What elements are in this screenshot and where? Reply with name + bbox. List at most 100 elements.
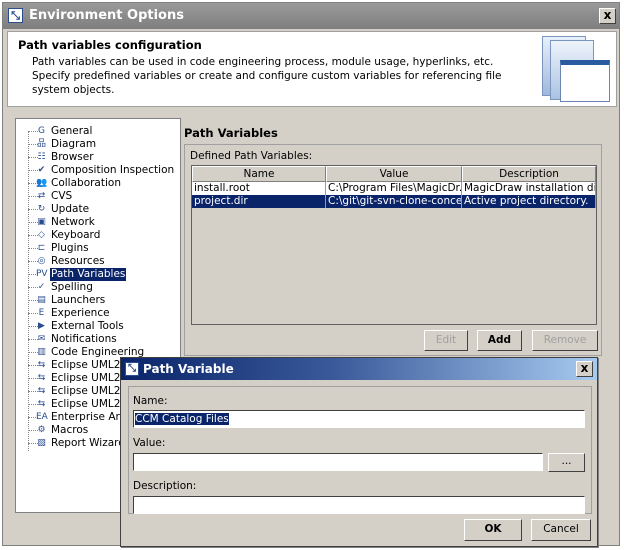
tree-item-label: Report Wizard	[51, 437, 125, 449]
defined-variables-label: Defined Path Variables:	[190, 150, 313, 162]
window-title: Environment Options	[29, 8, 184, 23]
tree-item-label: Collaboration	[51, 177, 121, 189]
column-header-name[interactable]: Name	[192, 166, 326, 182]
panel-title: Path Variables	[184, 126, 278, 140]
header-panel: Path variables configuration Path variab…	[7, 31, 617, 107]
path-variables-table[interactable]: Name Value Description install.root C:\P…	[191, 165, 597, 325]
cell-value: C:\git\git-svn-clone-conce...	[328, 195, 462, 208]
tree-item[interactable]: ▶ External Tools	[16, 320, 180, 333]
tree-item-label: General	[51, 125, 93, 137]
tree-item-icon: ↻	[37, 204, 46, 214]
cell-value: C:\Program Files\MagicDr...	[328, 182, 462, 195]
value-label: Value:	[133, 437, 166, 449]
app-icon: ⤡	[8, 8, 23, 23]
tree-item-icon: EA	[36, 412, 48, 422]
tree-item[interactable]: G General	[16, 125, 180, 138]
tree-item-label: Notifications	[51, 333, 117, 345]
tree-item-icon: ⚙	[37, 425, 46, 435]
tree-item[interactable]: ↻ Update	[16, 203, 180, 216]
dialog-close-button[interactable]: x	[576, 361, 593, 377]
cell-description: MagicDraw installation dir...	[464, 182, 596, 195]
remove-button[interactable]: Remove	[532, 330, 598, 351]
tree-item-icon: G	[38, 126, 45, 136]
tree-item-icon: PV	[36, 269, 48, 279]
tree-item-icon: ▧	[37, 438, 46, 448]
tree-item[interactable]: ✔ Composition Inspection	[16, 164, 180, 177]
dialog-fields-panel	[128, 386, 592, 514]
tree-item-icon: ⇆	[37, 360, 46, 370]
tree-item-icon: ◇	[38, 230, 45, 240]
tree-item[interactable]: ✓ Spelling	[16, 281, 180, 294]
tree-item[interactable]: ◇ Keyboard	[16, 229, 180, 242]
window-close-button[interactable]: x	[599, 8, 616, 24]
tree-item-icon: ⇄	[37, 191, 46, 201]
tree-item-label: Browser	[51, 151, 94, 163]
tree-item-icon: ✉	[37, 334, 46, 344]
tree-item-icon: 👥	[36, 178, 48, 188]
description-input[interactable]	[133, 496, 585, 514]
tree-item-label: CVS	[51, 190, 73, 202]
tree-item-icon: 品	[36, 139, 46, 149]
dialog-title: Path Variable	[143, 362, 234, 376]
tree-item[interactable]: ◎ Resources	[16, 255, 180, 268]
cell-description: Active project directory.	[462, 195, 596, 208]
header-description: Path variables can be used in code engin…	[32, 56, 502, 96]
tree-item-label: Resources	[51, 255, 105, 267]
browse-button[interactable]: ...	[548, 453, 585, 472]
name-label: Name:	[133, 395, 168, 407]
tree-item-label: Experience	[51, 307, 110, 319]
tree-item[interactable]: 👥 Collaboration	[16, 177, 180, 190]
tree-item-icon: ▤	[37, 295, 46, 305]
table-row[interactable]: install.root C:\Program Files\MagicDr...…	[192, 182, 596, 195]
tree-item[interactable]: ✉ Notifications	[16, 333, 180, 346]
tree-item[interactable]: 品 Diagram	[16, 138, 180, 151]
tree-item-icon: ✓	[37, 282, 46, 292]
tree-item[interactable]: ⇄ CVS	[16, 190, 180, 203]
tree-item-icon: ◎	[37, 256, 46, 266]
tree-item-label: Macros	[51, 424, 89, 436]
tree-item[interactable]: PV Path Variables	[16, 268, 180, 281]
window-title-bar[interactable]: ⤡ Environment Options	[3, 3, 619, 29]
tree-item-icon: ⇆	[37, 373, 46, 383]
edit-button[interactable]: Edit	[424, 330, 468, 351]
column-header-value[interactable]: Value	[326, 166, 462, 182]
tree-item-label: Keyboard	[51, 229, 101, 241]
add-button[interactable]: Add	[477, 330, 522, 351]
table-row[interactable]: project.dir C:\git\git-svn-clone-conce..…	[192, 195, 596, 208]
tree-item[interactable]: E Experience	[16, 307, 180, 320]
ok-button[interactable]: OK	[464, 519, 522, 541]
name-input[interactable]: CCM Catalog Files	[133, 410, 585, 428]
name-value: CCM Catalog Files	[135, 413, 229, 425]
tree-item[interactable]: ▤ Launchers	[16, 294, 180, 307]
header-title: Path variables configuration	[18, 38, 202, 52]
tree-item-label: Spelling	[51, 281, 93, 293]
tree-item-icon: ▶	[38, 321, 45, 331]
column-header-description[interactable]: Description	[462, 166, 596, 182]
cell-name: install.root	[192, 182, 326, 195]
tree-item-icon: ▥	[37, 347, 46, 357]
dialog-app-icon: ⤡	[125, 362, 139, 376]
tree-item[interactable]: ☷ Browser	[16, 151, 180, 164]
value-input[interactable]	[133, 453, 543, 471]
description-label: Description:	[133, 480, 197, 492]
tree-item-label: Path Variables	[50, 268, 127, 281]
cell-name: project.dir	[192, 195, 326, 208]
tree-item-icon: ⇆	[37, 386, 46, 396]
options-illustration-icon	[540, 34, 614, 104]
tree-item-label: Plugins	[51, 242, 89, 254]
tree-item-icon: ☷	[37, 152, 46, 162]
tree-item-label: Composition Inspection	[51, 164, 175, 176]
tree-item-label: Network	[51, 216, 95, 228]
tree-item-icon: ▣	[37, 217, 46, 227]
tree-item-icon: E	[38, 308, 45, 318]
cancel-button[interactable]: Cancel	[531, 519, 591, 541]
dialog-title-bar[interactable]: ⤡ Path Variable	[121, 358, 597, 380]
tree-item-icon: ✔	[37, 165, 46, 175]
tree-item[interactable]: ⊏ Plugins	[16, 242, 180, 255]
tree-item-label: Update	[51, 203, 90, 215]
tree-item-label: Launchers	[51, 294, 106, 306]
tree-item[interactable]: ▣ Network	[16, 216, 180, 229]
tree-item-icon: ⇆	[37, 399, 46, 409]
tree-item-icon: ⊏	[37, 243, 46, 253]
path-variable-dialog: ⤡ Path Variable x Name: CCM Catalog File…	[120, 357, 598, 547]
